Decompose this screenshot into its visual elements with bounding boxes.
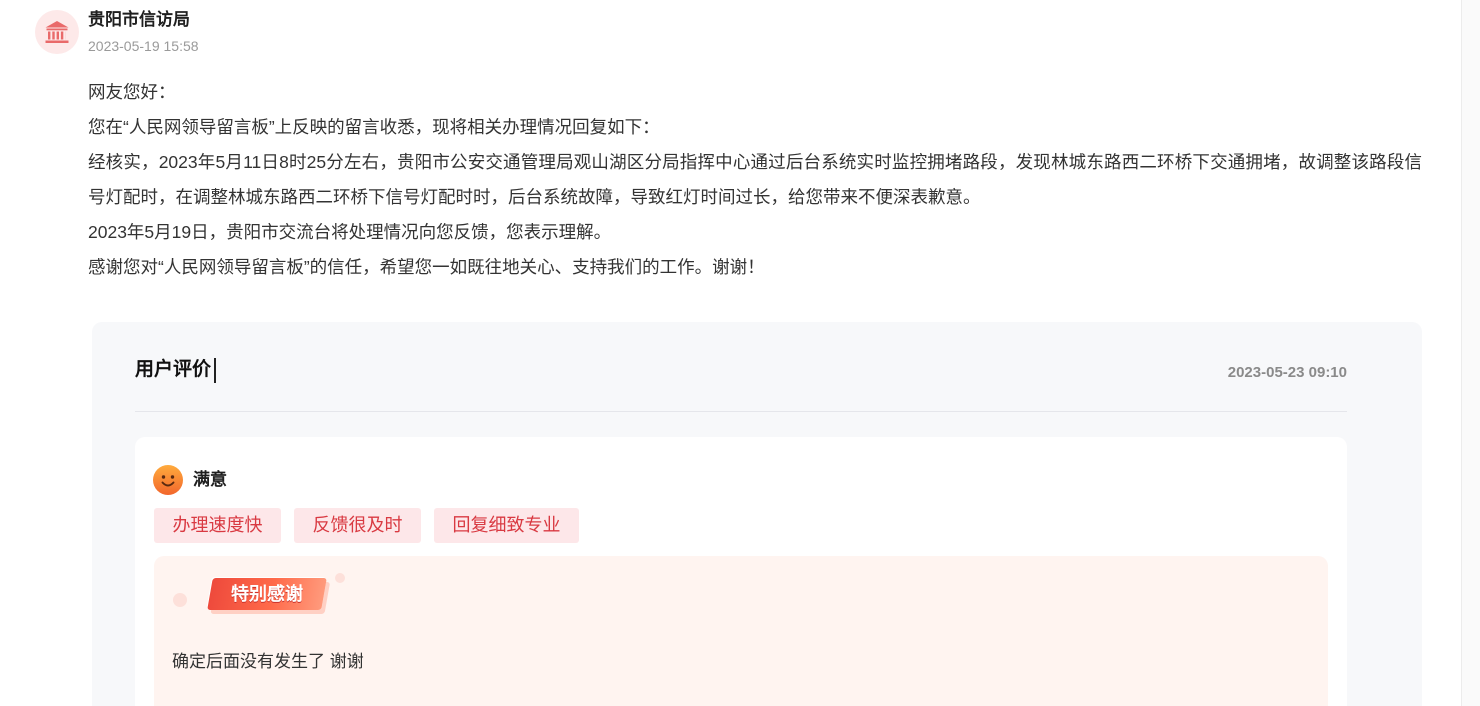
- reply-paragraph: 感谢您对“人民网领导留言板”的信任，希望您一如既往地关心、支持我们的工作。谢谢！: [88, 257, 765, 277]
- reply-paragraph: 您在“人民网领导留言板”上反映的留言收悉，现将相关办理情况回复如下：: [88, 117, 660, 137]
- author-name: 贵阳市信访局: [88, 10, 190, 29]
- scrollbar-track[interactable]: [1461, 0, 1480, 706]
- evaluation-timestamp: 2023-05-23 09:10: [1227, 364, 1347, 381]
- government-building-icon: [45, 21, 69, 43]
- reply-paragraph: 2023年5月19日，贵阳市交流台将处理情况向您反馈，您表示理解。: [88, 222, 612, 242]
- reply-body: 网友您好： 您在“人民网领导留言板”上反映的留言收悉，现将相关办理情况回复如下：…: [88, 75, 1422, 285]
- divider: [135, 411, 1347, 412]
- user-comment: 确定后面没有发生了 谢谢: [172, 652, 364, 671]
- special-thanks-box: 特别感谢 确定后面没有发生了 谢谢: [154, 556, 1328, 706]
- evaluation-tag: 办理速度快: [154, 508, 281, 543]
- special-thanks-badge: 特别感谢: [207, 578, 327, 610]
- rating-label: 满意: [193, 470, 227, 489]
- avatar: [35, 10, 79, 54]
- decorative-dot: [335, 573, 345, 583]
- user-evaluation-panel: 用户评价 2023-05-23 09:10 满意 办理速度快 反馈很及时 回复细…: [92, 322, 1422, 706]
- reply-paragraph: 经核实，2023年5月11日8时25分左右，贵阳市公安交通管理局观山湖区分局指挥…: [88, 152, 1422, 207]
- smiley-icon: [153, 465, 183, 495]
- evaluation-tag: 反馈很及时: [294, 508, 421, 543]
- decorative-dot: [173, 593, 187, 607]
- reply-timestamp: 2023-05-19 15:58: [88, 38, 199, 54]
- evaluation-title: 用户评价: [135, 359, 212, 380]
- special-thanks-label: 特别感谢: [231, 584, 303, 604]
- text-caret: [214, 358, 216, 383]
- evaluation-card: 满意 办理速度快 反馈很及时 回复细致专业 特别感谢 确定后面没有发生了 谢谢: [135, 437, 1347, 706]
- evaluation-tag: 回复细致专业: [434, 508, 579, 543]
- reply-paragraph: 网友您好：: [88, 82, 176, 102]
